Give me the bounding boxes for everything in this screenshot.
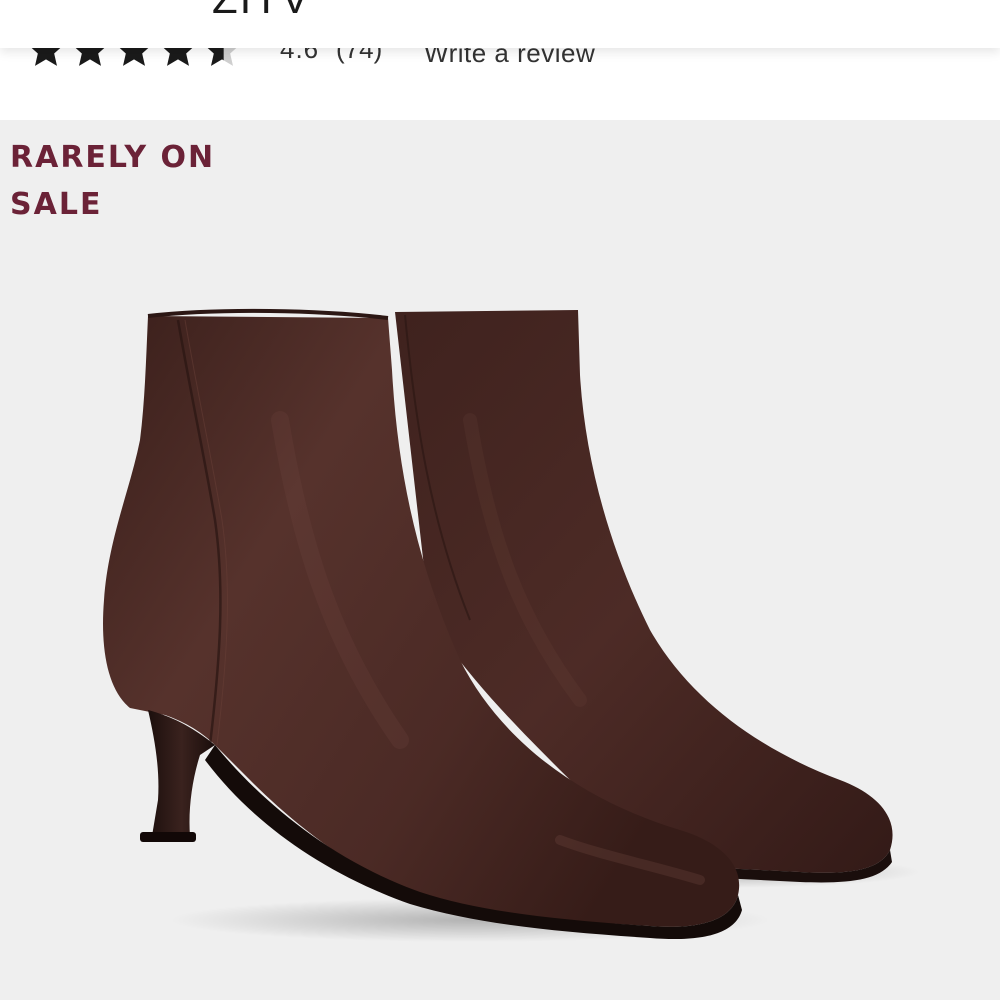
product-page: ZITV 4.6 (74) Write a review RARELY ON S…	[0, 0, 1000, 1000]
sticky-header: ZITV	[0, 0, 1000, 48]
product-image-gallery[interactable]: RARELY ON SALE	[0, 120, 1000, 1000]
rarely-on-sale-badge: RARELY ON SALE	[10, 140, 216, 222]
product-image[interactable]	[0, 120, 1000, 1000]
brand-logo[interactable]: ZITV	[212, 0, 311, 20]
